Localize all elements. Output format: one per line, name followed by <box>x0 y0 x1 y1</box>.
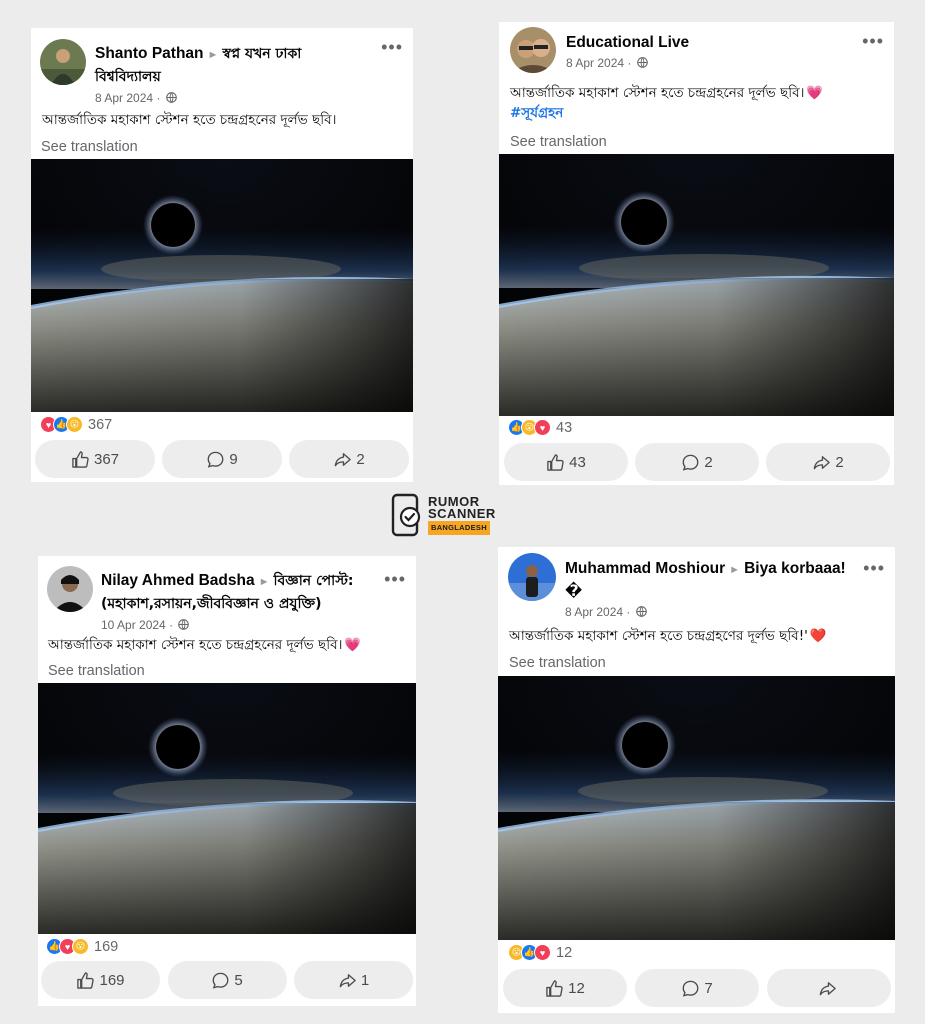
post-caption: আন্তর্জাতিক মহাকাশ স্টেশন হতে চন্দ্রগ্রহ… <box>42 112 337 128</box>
reaction-summary[interactable]: 👍 ♥ 😮 169 <box>46 938 118 955</box>
like-count: 43 <box>569 453 586 471</box>
post-caption: আন্তর্জাতিক মহাকাশ স্টেশন হতে চন্দ্রগ্রহ… <box>509 628 827 644</box>
share-count: 1 <box>360 971 370 989</box>
share-arrow-icon <box>339 973 356 987</box>
author-name[interactable]: Educational Live <box>566 34 689 51</box>
eclipse-photo[interactable] <box>498 676 895 940</box>
reaction-count: 367 <box>88 416 113 433</box>
wow-reaction-icon: 😮 <box>66 416 83 433</box>
post-caption: আন্তর্জাতিক মহাকাশ স্টেশন হতে চন্দ্রগ্রহ… <box>510 85 824 123</box>
comment-bubble-icon <box>682 980 699 997</box>
reaction-summary[interactable]: ♥ 👍 😮 367 <box>40 416 112 433</box>
like-button[interactable]: 43 <box>504 443 628 481</box>
more-options-icon[interactable]: ••• <box>863 559 885 577</box>
love-reaction-icon: ♥ <box>534 944 551 961</box>
post-date[interactable]: 10 Apr 2024 <box>101 618 166 632</box>
like-count: 367 <box>93 450 120 468</box>
reaction-summary[interactable]: 👍 😮 ♥ 43 <box>508 419 572 436</box>
globe-icon <box>636 57 648 68</box>
more-options-icon[interactable]: ••• <box>862 32 884 50</box>
see-translation-link[interactable]: See translation <box>510 134 607 150</box>
share-arrow-icon <box>814 455 831 469</box>
wow-reaction-icon: 😮 <box>72 938 89 955</box>
author-avatar[interactable] <box>508 553 556 601</box>
globe-icon <box>165 92 177 103</box>
see-translation-link[interactable]: See translation <box>48 663 145 679</box>
pink-heart-emoji: 💗 <box>344 637 362 653</box>
eclipse-photo[interactable] <box>499 154 894 416</box>
comment-button[interactable]: 7 <box>635 969 759 1007</box>
globe-icon <box>635 606 647 617</box>
like-button[interactable]: 169 <box>41 961 160 999</box>
shared-to-arrow-icon: ► <box>258 576 270 588</box>
author-avatar[interactable] <box>40 39 86 85</box>
comment-count: 9 <box>229 450 238 468</box>
comment-count: 2 <box>704 453 713 471</box>
thumbs-up-icon <box>72 450 89 468</box>
post-date[interactable]: 8 Apr 2024 <box>566 56 624 70</box>
share-count: 2 <box>835 453 844 471</box>
like-button[interactable]: 12 <box>503 969 627 1007</box>
facebook-post-card: Educational Live 8 Apr 2024 · ••• আন্তর্… <box>499 22 894 485</box>
share-arrow-icon <box>819 981 836 995</box>
comment-bubble-icon <box>212 972 229 989</box>
comment-bubble-icon <box>682 454 699 471</box>
thumbs-up-icon <box>546 979 563 997</box>
facebook-post-card: Shanto Pathan ► স্বপ্ন যখন ঢাকা বিশ্ববিদ্য… <box>31 28 413 482</box>
thumbs-up-icon <box>77 971 95 989</box>
author-name[interactable]: Nilay Ahmed Badsha <box>101 572 255 589</box>
see-translation-link[interactable]: See translation <box>509 655 606 671</box>
facebook-post-card: Muhammad Moshiour ► Biya korbaaa! � 8 Apr … <box>498 547 895 1013</box>
logo-text-bangladesh: BANGLADESH <box>428 520 490 535</box>
facebook-post-card: Nilay Ahmed Badsha ► বিজ্ঞান পোস্ট: (মহাকা… <box>38 556 416 1006</box>
author-name[interactable]: Muhammad Moshiour <box>565 560 725 577</box>
reaction-summary[interactable]: 😮 👍 ♥ 12 <box>508 944 572 961</box>
love-reaction-icon: ♥ <box>534 419 551 436</box>
comment-button[interactable]: 9 <box>162 440 282 478</box>
author-avatar[interactable] <box>47 566 93 612</box>
shared-to-arrow-icon: ► <box>729 564 741 576</box>
reaction-count: 169 <box>94 938 119 955</box>
share-button[interactable]: 2 <box>766 443 890 481</box>
reaction-count: 43 <box>556 419 573 436</box>
logo-text-scanner: SCANNER <box>428 505 496 521</box>
comment-bubble-icon <box>207 451 224 468</box>
pink-heart-emoji: 💗 <box>806 85 824 101</box>
eclipse-photo[interactable] <box>31 159 413 412</box>
thumbs-up-icon <box>547 453 564 471</box>
globe-icon <box>178 619 190 630</box>
author-avatar[interactable] <box>510 27 556 73</box>
phone-check-icon <box>391 493 421 537</box>
eclipse-photo[interactable] <box>38 683 416 934</box>
comment-count: 7 <box>704 979 713 997</box>
see-translation-link[interactable]: See translation <box>41 139 138 155</box>
shared-to-arrow-icon: ► <box>207 49 219 61</box>
reaction-count: 12 <box>556 944 573 961</box>
like-count: 12 <box>568 979 585 997</box>
rumor-scanner-logo: RUMOR SCANNER BANGLADESH <box>390 492 498 538</box>
post-date[interactable]: 8 Apr 2024 <box>565 605 623 619</box>
share-button[interactable]: 1 <box>294 961 413 999</box>
like-button[interactable]: 367 <box>35 440 155 478</box>
author-name[interactable]: Shanto Pathan <box>95 45 204 62</box>
more-options-icon[interactable]: ••• <box>384 570 406 588</box>
hashtag-link[interactable]: #সূর্যগ্রহন <box>510 103 823 123</box>
like-count: 169 <box>99 971 125 989</box>
post-date[interactable]: 8 Apr 2024 <box>95 91 153 105</box>
comment-count: 5 <box>234 971 243 989</box>
comment-button[interactable]: 2 <box>635 443 759 481</box>
more-options-icon[interactable]: ••• <box>381 38 403 56</box>
post-caption: আন্তর্জাতিক মহাকাশ স্টেশন হতে চন্দ্রগ্রহ… <box>48 637 362 653</box>
share-button[interactable]: 2 <box>289 440 409 478</box>
share-button[interactable] <box>767 969 891 1007</box>
comment-button[interactable]: 5 <box>167 961 287 999</box>
red-heart-emoji: ❤️ <box>809 628 827 644</box>
share-arrow-icon <box>335 452 352 466</box>
share-count: 2 <box>356 450 365 468</box>
